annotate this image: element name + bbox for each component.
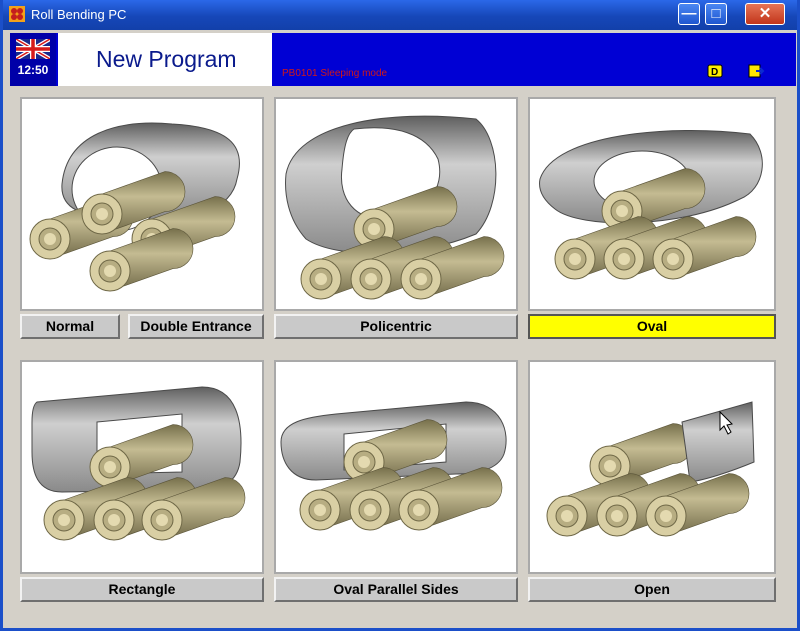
roller-axle — [314, 504, 326, 516]
export-icon[interactable] — [747, 63, 765, 79]
roller-axle — [561, 510, 573, 522]
tile-rectangle[interactable] — [20, 360, 264, 574]
roller-axle — [604, 460, 616, 472]
roller-axle — [156, 514, 168, 526]
rectangle-button[interactable]: Rectangle — [20, 577, 264, 602]
tile-normal[interactable] — [20, 97, 264, 311]
roller-axle — [618, 253, 630, 265]
tile-policentric[interactable] — [274, 97, 518, 311]
header-bar: 12:50 New Program PB0101 Sleeping mode D — [10, 33, 796, 86]
roller-axle — [660, 510, 672, 522]
oval-button[interactable]: Oval — [528, 314, 776, 339]
maximize-button[interactable]: □ — [705, 3, 727, 25]
roller-axle — [569, 253, 581, 265]
normal-button[interactable]: Normal — [20, 314, 120, 339]
window-title: Roll Bending PC — [31, 7, 127, 22]
roller-axle — [104, 461, 116, 473]
roller-axle — [365, 273, 377, 285]
roller-axle — [315, 273, 327, 285]
page-title-panel: New Program — [58, 33, 272, 86]
rectangle-bending-illustration — [31, 386, 246, 541]
roller-axle — [611, 510, 623, 522]
oval-parallel-sides-button[interactable]: Oval Parallel Sides — [274, 577, 518, 602]
svg-text:D: D — [711, 67, 718, 78]
status-text: PB0101 Sleeping mode — [282, 68, 388, 79]
tile-open[interactable] — [528, 360, 776, 574]
open-button[interactable]: Open — [528, 577, 776, 602]
policentric-bending-illustration — [285, 115, 505, 300]
roller-axle — [58, 514, 70, 526]
d-mode-icon[interactable]: D — [707, 63, 725, 79]
app-icon — [9, 6, 25, 22]
page-title: New Program — [96, 46, 237, 72]
oval-parallel-sides-illustration — [280, 401, 507, 531]
tile-oval-parallel[interactable] — [274, 360, 518, 574]
normal-bending-illustration — [29, 122, 240, 292]
bending-type-grid: Normal Double Entrance Policentric Oval … — [10, 87, 796, 619]
roller-axle — [616, 205, 628, 217]
close-button[interactable]: ✕ — [745, 3, 785, 25]
open-bending-illustration — [546, 401, 755, 537]
minimize-button[interactable]: — — [678, 3, 700, 25]
app-window: Roll Bending PC — □ ✕ 12:50 New Program … — [0, 0, 800, 631]
language-selector[interactable]: 12:50 — [10, 33, 56, 86]
roller-axle — [368, 223, 380, 235]
double-entrance-button[interactable]: Double Entrance — [128, 314, 264, 339]
oval-bending-illustration — [539, 129, 763, 280]
tile-oval[interactable] — [528, 97, 776, 311]
roller-axle — [358, 456, 370, 468]
clock: 12:50 — [17, 63, 49, 77]
roller-axle — [96, 208, 108, 220]
roller-axle — [364, 504, 376, 516]
roller-axle — [44, 233, 56, 245]
roller-axle — [104, 265, 116, 277]
language-flag-icon[interactable] — [16, 39, 50, 59]
roller-axle — [413, 504, 425, 516]
title-bar[interactable]: Roll Bending PC — □ ✕ — [3, 0, 797, 30]
roller-axle — [667, 253, 679, 265]
policentric-button[interactable]: Policentric — [274, 314, 518, 339]
roller-axle — [108, 514, 120, 526]
metal-sheet — [681, 401, 755, 483]
roller-axle — [415, 273, 427, 285]
